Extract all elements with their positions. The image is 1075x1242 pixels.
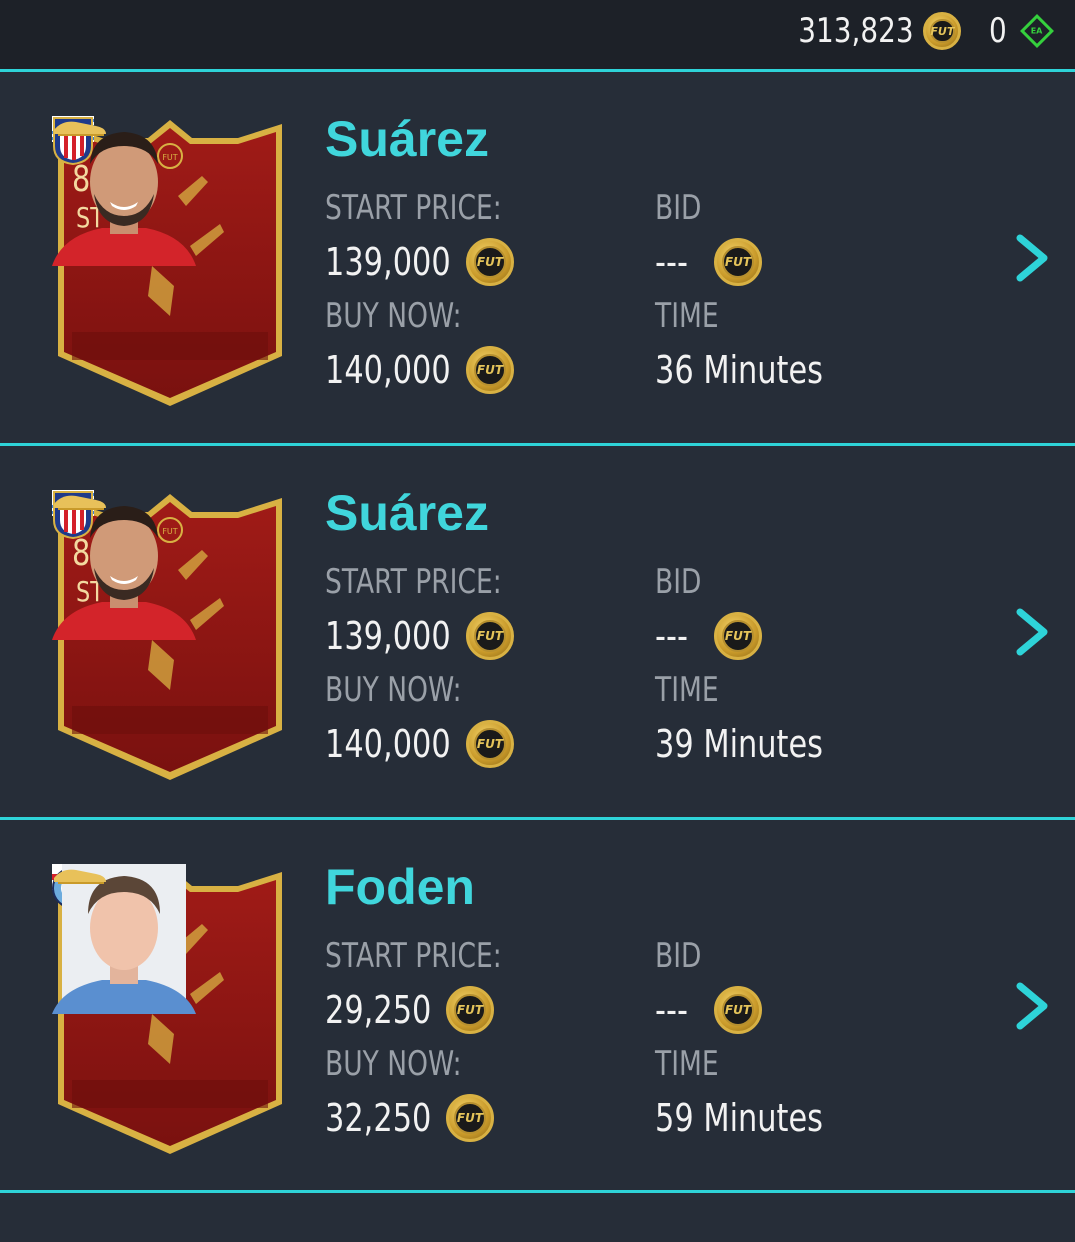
coin-icon: FUT (466, 238, 514, 286)
time-label: TIME (655, 296, 719, 336)
coin-icon: FUT (466, 346, 514, 394)
player-card: FUT 89 ST (52, 490, 288, 786)
time-value: 59 Minutes (655, 1096, 824, 1140)
coin-icon: FUT (466, 612, 514, 660)
listing-row[interactable]: FUT 89 ST Suárez START PRICE: 13 (0, 446, 1075, 817)
coin-balance: 313,823 (798, 11, 914, 51)
player-portrait-icon (52, 132, 196, 266)
boot-icon (54, 869, 106, 884)
player-portrait-icon (52, 864, 196, 1014)
bid-label: BID (655, 936, 702, 976)
chevron-right-icon[interactable] (1012, 608, 1052, 656)
coin-icon: FUT (714, 612, 762, 660)
player-name: Suárez (325, 485, 489, 541)
player-card: FUT 86 LW (52, 864, 288, 1160)
listing-row[interactable]: FUT 89 ST Suárez START PRICE: 13 (0, 72, 1075, 443)
start-price-label: START PRICE: (325, 562, 502, 602)
chevron-right-icon[interactable] (1012, 982, 1052, 1030)
buy-now-value: 140,000 (325, 722, 451, 766)
points-balance: 0 (989, 11, 1008, 51)
listing-row-partial[interactable] (0, 1193, 1075, 1242)
time-label: TIME (655, 1044, 719, 1084)
time-value: 39 Minutes (655, 722, 824, 766)
start-price-value: 139,000 (325, 240, 451, 284)
coin-icon: FUT (446, 1094, 494, 1142)
bid-label: BID (655, 562, 702, 602)
coin-icon: FUT (466, 720, 514, 768)
coin-icon: FUT (714, 238, 762, 286)
boot-icon (54, 495, 106, 510)
currency-balance: 313,823 FUT 0 EA (773, 8, 1054, 54)
player-name: Foden (325, 859, 475, 915)
buy-now-label: BUY NOW: (325, 296, 462, 336)
start-price-value: 139,000 (325, 614, 451, 658)
boot-icon (54, 121, 106, 136)
player-name: Suárez (325, 111, 489, 167)
coin-icon: FUT (923, 12, 962, 50)
listing-row[interactable]: FUT 86 LW Foden START PRICE: 29,250 FUT … (0, 820, 1075, 1191)
buy-now-value: 140,000 (325, 348, 451, 392)
bid-value: --- (655, 240, 688, 284)
chevron-right-icon[interactable] (1012, 234, 1052, 282)
buy-now-value: 32,250 (325, 1096, 432, 1140)
buy-now-label: BUY NOW: (325, 670, 462, 710)
start-price-label: START PRICE: (325, 936, 502, 976)
coin-icon: FUT (446, 986, 494, 1034)
player-portrait-icon (52, 506, 196, 640)
buy-now-label: BUY NOW: (325, 1044, 462, 1084)
bid-value: --- (655, 988, 688, 1032)
player-card: FUT 89 ST (52, 116, 288, 412)
time-label: TIME (655, 670, 719, 710)
fifa-points-icon: EA (1020, 14, 1054, 48)
coin-icon: FUT (714, 986, 762, 1034)
bid-value: --- (655, 614, 688, 658)
start-price-label: START PRICE: (325, 188, 502, 228)
start-price-value: 29,250 (325, 988, 432, 1032)
top-bar: 313,823 FUT 0 EA (0, 0, 1075, 69)
time-value: 36 Minutes (655, 348, 824, 392)
bid-label: BID (655, 188, 702, 228)
